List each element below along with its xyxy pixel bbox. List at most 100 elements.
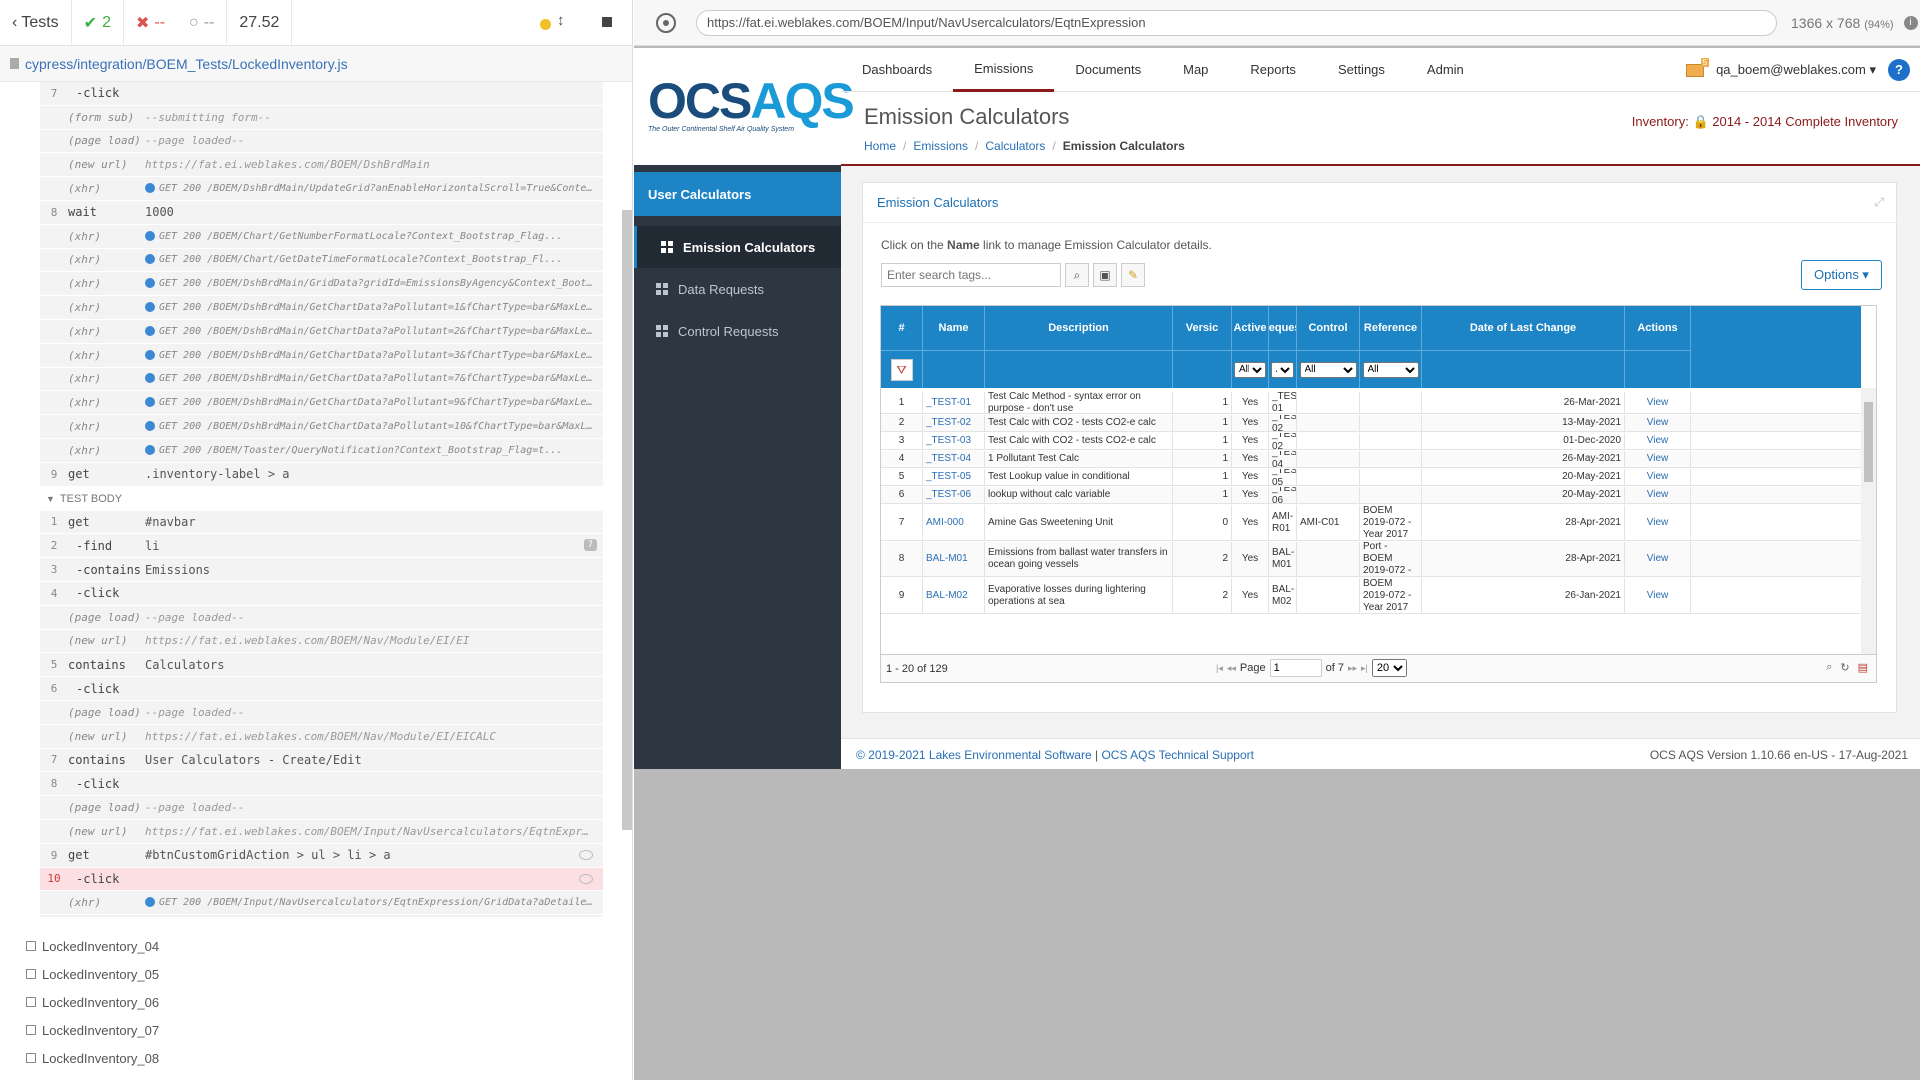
test-item[interactable]: LockedInventory_07 (26, 1016, 606, 1044)
top-nav-reports[interactable]: Reports (1229, 48, 1317, 92)
command-row[interactable]: 1 get #navbar (40, 510, 603, 535)
command-row[interactable]: 9 get .inventory-label > a (40, 462, 603, 487)
test-item[interactable]: LockedInventory_08 (26, 1044, 606, 1072)
support-link[interactable]: OCS AQS Technical Support (1101, 748, 1254, 762)
command-row[interactable]: (xhr)GET 200 /BOEM/Toaster/QueryNotifica… (40, 915, 603, 917)
tests-back-button[interactable]: ‹ Tests (0, 0, 72, 46)
command-row[interactable]: (xhr) GET 200 /BOEM/DshBrdMain/GetChartDa… (40, 415, 603, 439)
view-link[interactable]: View (1625, 433, 1691, 449)
command-row[interactable]: 7 contains User Calculators - Create/Edit (40, 748, 603, 773)
calculator-name-link[interactable]: _TEST-03 (923, 433, 985, 449)
spec-path[interactable]: cypress/integration/BOEM_Tests/LockedInv… (0, 46, 632, 82)
top-nav-emissions[interactable]: Emissions (953, 48, 1055, 92)
grid-scrollbar[interactable] (1861, 388, 1876, 654)
command-row[interactable]: (xhr) GET 200 /BOEM/DshBrdMain/UpdateGrid… (40, 177, 603, 201)
command-row[interactable]: (new url) https://fat.ei.weblakes.com/BOE… (40, 629, 603, 654)
command-row[interactable]: (page load) --page loaded-- (40, 796, 603, 820)
inventory-label[interactable]: Inventory: 🔒 2014 - 2014 Complete Invent… (1632, 114, 1898, 130)
last-page-icon[interactable]: ▸| (1361, 663, 1368, 674)
command-row[interactable]: (xhr) GET 200 /BOEM/Chart/GetDateTimeForm… (40, 248, 603, 273)
view-link[interactable]: View (1625, 451, 1691, 467)
command-row[interactable]: 5 contains Calculators (40, 653, 603, 678)
top-nav-admin[interactable]: Admin (1406, 48, 1485, 92)
column-header[interactable]: Control (1297, 306, 1360, 350)
test-item[interactable]: LockedInventory_06 (26, 988, 606, 1016)
column-filter-select[interactable]: All (1362, 361, 1419, 378)
top-nav-map[interactable]: Map (1162, 48, 1229, 92)
column-header[interactable]: Active (1232, 306, 1269, 350)
clear-filter-icon[interactable]: ⛛ (890, 358, 913, 381)
command-row[interactable]: (xhr) GET 200 /BOEM/Chart/GetNumberFormat… (40, 224, 603, 249)
search-grid-icon[interactable]: ⌕ (1826, 661, 1832, 674)
next-page-icon[interactable]: ▸▸ (1348, 663, 1357, 674)
top-nav-documents[interactable]: Documents (1054, 48, 1162, 92)
command-row[interactable]: 10 -click (40, 867, 603, 892)
command-row[interactable]: 6 -click (40, 677, 603, 701)
command-row[interactable]: (new url) https://fat.ei.weblakes.com/BOE… (40, 153, 603, 178)
command-row[interactable]: (xhr) GET 200 /BOEM/DshBrdMain/GetChartDa… (40, 343, 603, 368)
view-link[interactable]: View (1625, 469, 1691, 485)
command-row[interactable]: (new url) https://fat.ei.weblakes.com/BOE… (40, 819, 603, 844)
aut-url-field[interactable]: https://fat.ei.weblakes.com/BOEM/Input/N… (696, 9, 1777, 36)
view-link[interactable]: View (1625, 392, 1691, 413)
command-row[interactable]: 4 -click (40, 581, 603, 606)
stop-button[interactable] (602, 17, 612, 27)
nav-item-data-requests[interactable]: Data Requests (634, 268, 841, 310)
page-input[interactable] (1269, 659, 1322, 677)
command-row[interactable]: (page load) --page loaded-- (40, 700, 603, 725)
expand-icon[interactable]: ⤢ (1874, 195, 1884, 210)
prev-page-icon[interactable]: ◂◂ (1227, 663, 1236, 674)
column-filter-select[interactable]: All (1271, 361, 1294, 378)
command-row[interactable]: 9 get #btnCustomGridAction > ul > li > a (40, 843, 603, 868)
column-header[interactable]: Request (1269, 306, 1297, 350)
command-row[interactable]: (xhr) GET 200 /BOEM/DshBrdMain/GetChartDa… (40, 319, 603, 344)
command-row[interactable]: 2 -find li 7 (40, 534, 603, 559)
column-filter-select[interactable]: All (1234, 361, 1266, 378)
column-header[interactable]: Versic (1173, 306, 1232, 350)
command-row[interactable]: (xhr) GET 200 /BOEM/DshBrdMain/GetChartDa… (40, 391, 603, 416)
export-icon[interactable]: ▤ (1858, 661, 1868, 674)
mail-icon[interactable]: 5 (1686, 57, 1710, 77)
logo[interactable]: OCSAQS The Outer Continental Shelf Air Q… (634, 48, 855, 165)
search-input[interactable] (881, 263, 1061, 287)
copyright-link[interactable]: © 2019-2021 Lakes Environmental Software (856, 748, 1092, 762)
first-page-icon[interactable]: |◂ (1216, 663, 1223, 674)
column-header[interactable]: # (881, 306, 923, 350)
column-header[interactable]: Name (923, 306, 985, 350)
runner-scrollbar[interactable] (622, 210, 632, 830)
column-filter-select[interactable]: All (1299, 361, 1357, 378)
nav-item-emission-calculators[interactable]: Emission Calculators (634, 226, 841, 268)
command-row[interactable]: 3 -contains Emissions (40, 558, 603, 582)
command-row[interactable]: (xhr)GET 200 /BOEM/Toaster/QueryNotifica… (40, 438, 603, 463)
breadcrumb-home[interactable]: Home (864, 139, 896, 153)
help-icon[interactable]: ? (1888, 59, 1910, 81)
column-header[interactable]: Actions (1625, 306, 1691, 350)
command-row[interactable]: 8 -click (40, 772, 603, 797)
command-row[interactable]: (xhr) GET 200 /BOEM/DshBrdMain/GetChartDa… (40, 367, 603, 392)
calculator-name-link[interactable]: _TEST-01 (923, 392, 985, 413)
test-item[interactable]: LockedInventory_05 (26, 960, 606, 988)
column-header[interactable]: Reference (1360, 306, 1422, 350)
command-row[interactable]: (xhr) GET 200 /BOEM/DshBrdMain/GridData?g… (40, 272, 603, 297)
scroll-toggle-icon[interactable]: ↕ (557, 12, 565, 29)
search-icon[interactable]: ⌕ (1065, 263, 1089, 287)
command-row[interactable]: 7 -click (40, 82, 603, 106)
view-link[interactable]: View (1625, 487, 1691, 503)
view-link[interactable]: View (1625, 415, 1691, 431)
test-item[interactable]: LockedInventory_04 (26, 932, 606, 960)
view-link[interactable]: View (1625, 542, 1691, 576)
user-menu[interactable]: qa_boem@weblakes.com ▾ (1716, 62, 1876, 78)
command-row[interactable]: (xhr) GET 200 /BOEM/Input/NavUsercalculat… (40, 891, 603, 916)
command-row[interactable]: (new url) https://fat.ei.weblakes.com/BOE… (40, 724, 603, 749)
page-size-select[interactable]: 20 (1371, 659, 1407, 677)
column-header[interactable]: Description (985, 306, 1173, 350)
calculator-name-link[interactable]: AMI-000 (923, 505, 985, 540)
selector-playground-icon[interactable] (656, 12, 676, 33)
calculator-name-link[interactable]: _TEST-02 (923, 415, 985, 431)
clear-tags-icon[interactable]: ✎ (1121, 263, 1145, 287)
nav-item-control-requests[interactable]: Control Requests (634, 310, 841, 352)
command-row[interactable]: 8 wait 1000 (40, 200, 603, 225)
command-row[interactable]: (page load) --page loaded-- (40, 129, 603, 154)
calculator-name-link[interactable]: BAL-M01 (923, 542, 985, 576)
top-nav-settings[interactable]: Settings (1317, 48, 1406, 92)
